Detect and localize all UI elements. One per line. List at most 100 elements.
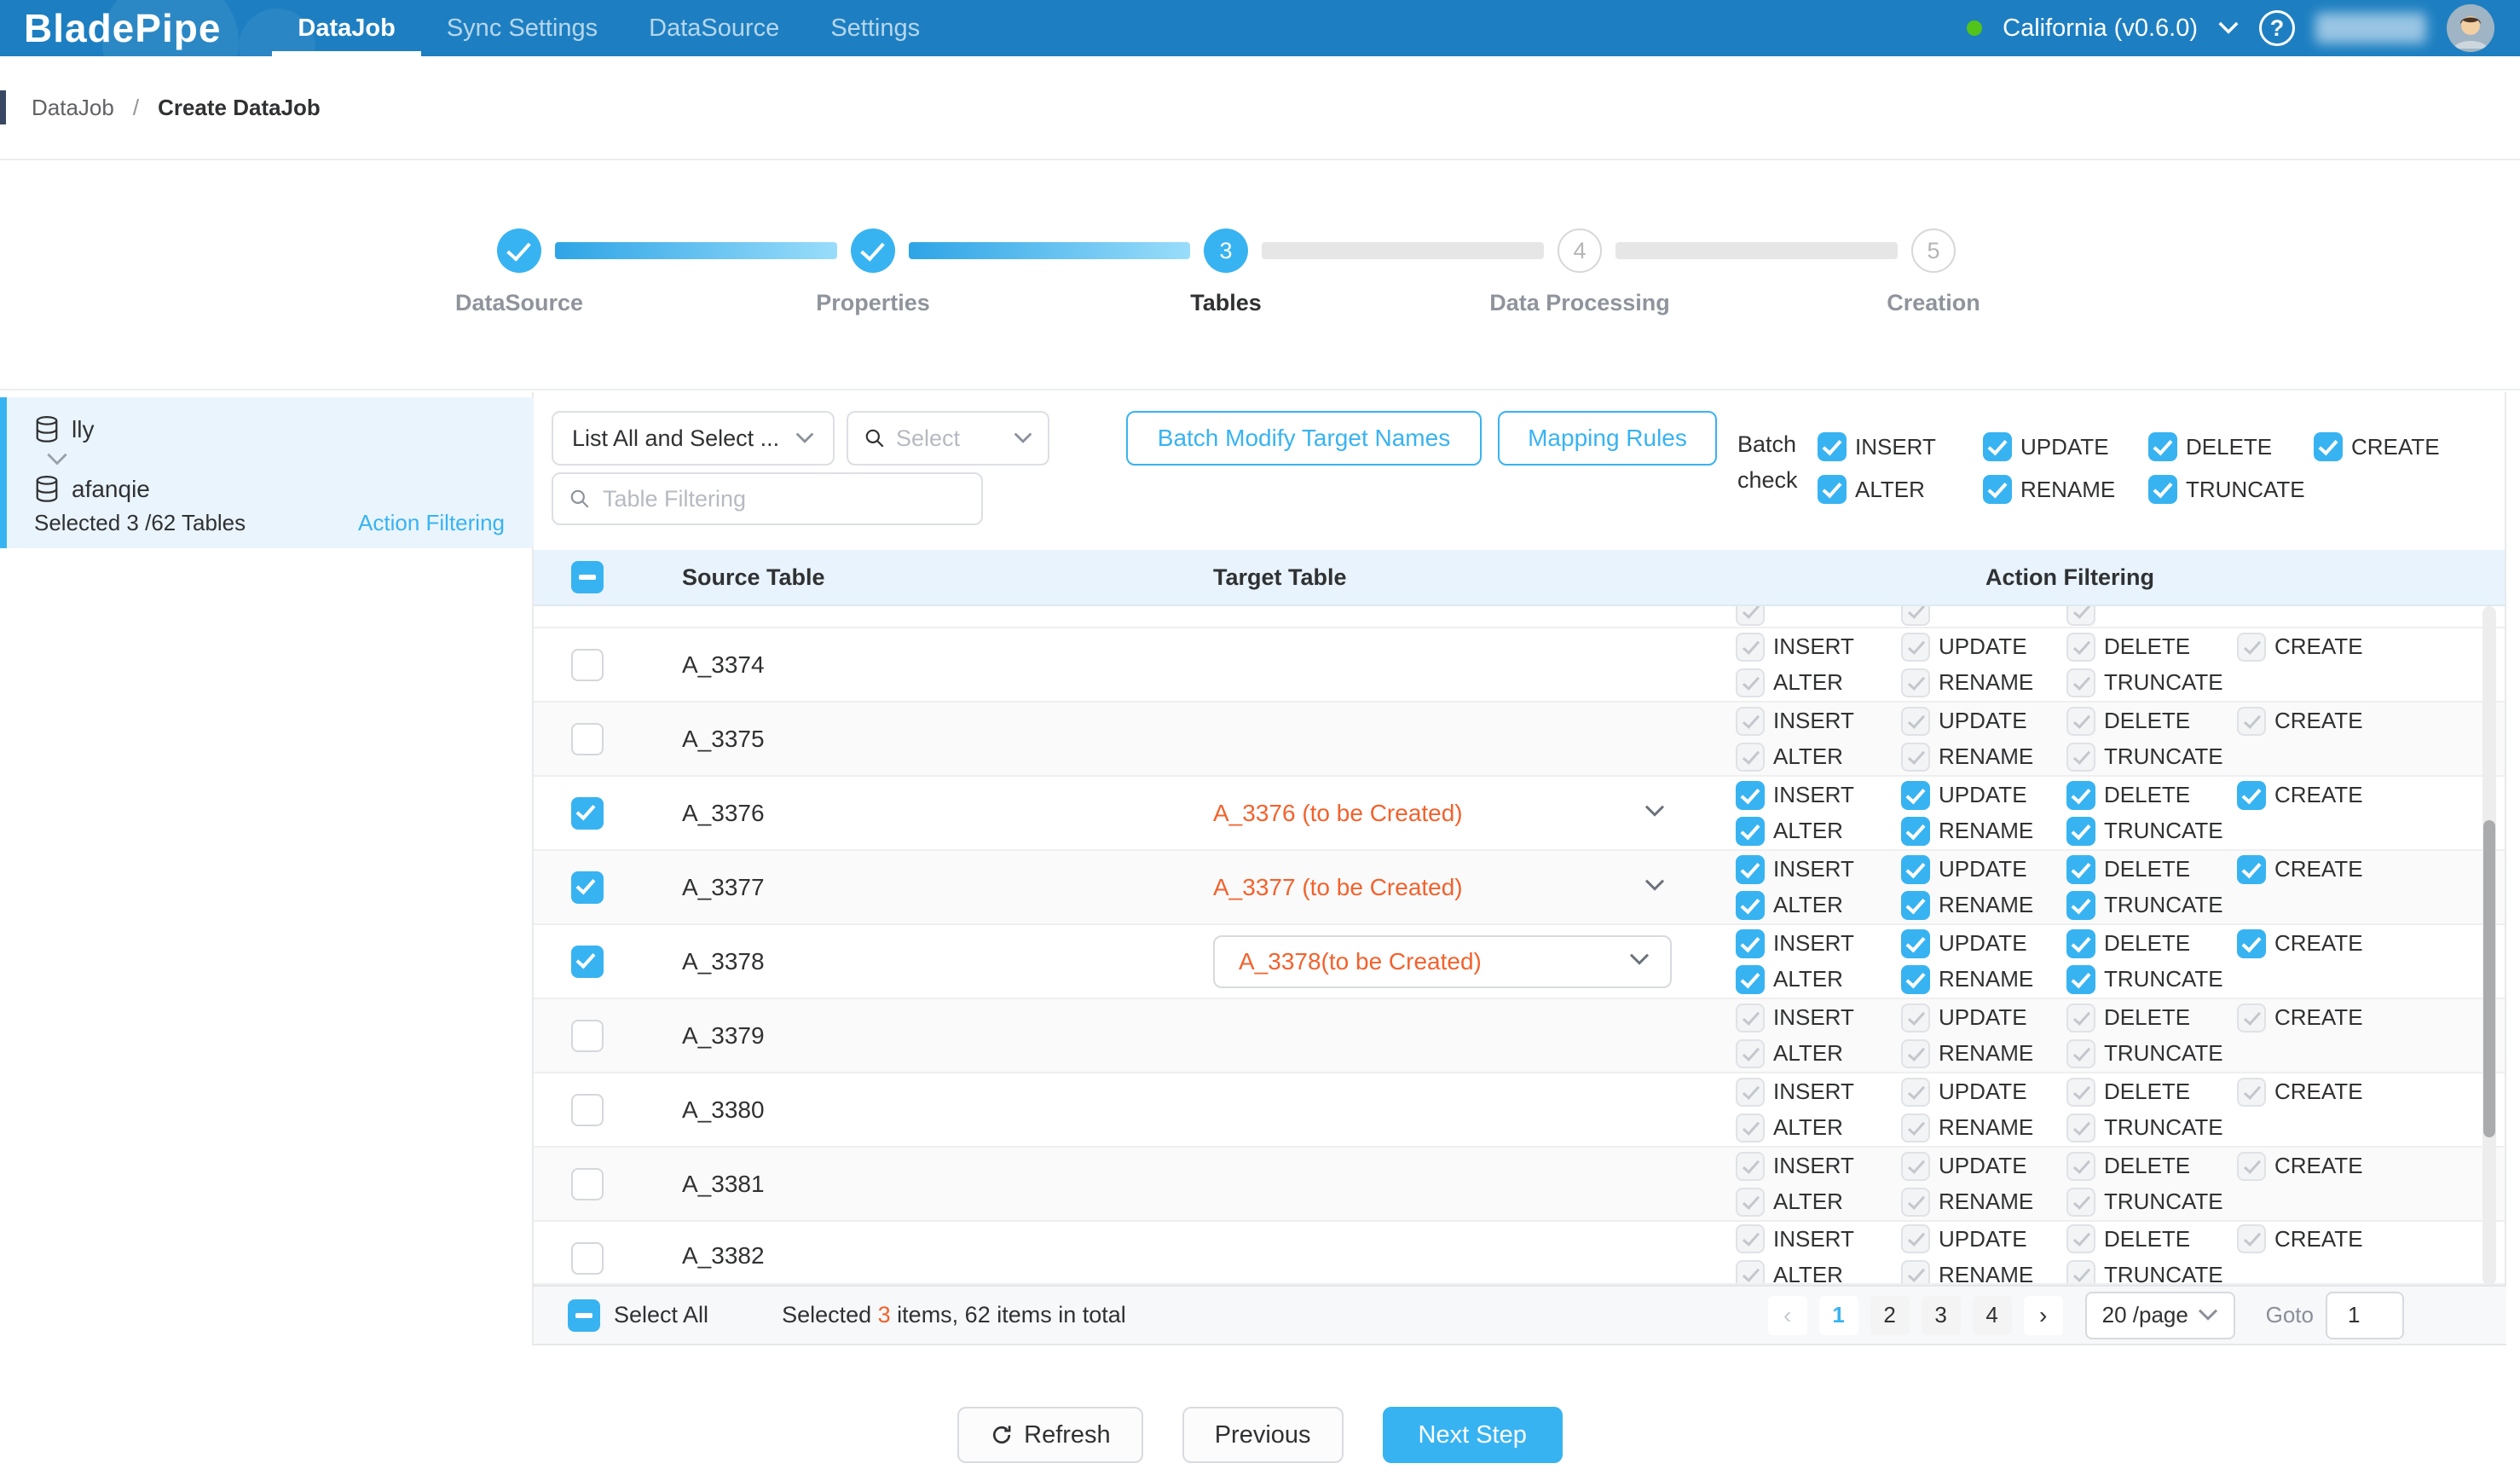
action-filter-lines: INSERTUPDATEDELETECREATEALTERRENAMETRUNC… [1736, 1149, 2506, 1219]
source-table-name: A_3378 [682, 948, 765, 975]
batch-check-checkbox-insert[interactable] [1818, 432, 1847, 461]
action-label-rename: RENAME [1939, 1189, 2033, 1215]
environment-selector[interactable]: California (v0.6.0) [2003, 14, 2198, 43]
row-select-checkbox-a_3378[interactable] [571, 946, 604, 978]
action-checkbox-delete-a_3377[interactable] [2066, 855, 2095, 884]
breadcrumb-parent[interactable]: DataJob [32, 95, 114, 121]
nav-item-settings[interactable]: Settings [805, 0, 945, 56]
batch-check-checkbox-truncate[interactable] [2148, 475, 2177, 504]
select-all-header-checkbox[interactable] [571, 561, 604, 593]
target-table-cell: A_3378(to be Created) [1177, 935, 1714, 988]
pagination-page-3[interactable]: 3 [1922, 1296, 1961, 1335]
row-select-checkbox-a_3380[interactable] [571, 1094, 604, 1126]
action-insert: INSERT [1736, 1001, 1901, 1035]
row-select-checkbox-a_3382[interactable] [571, 1242, 604, 1275]
action-checkbox-truncate-a_3381 [2066, 1188, 2095, 1217]
action-checkbox-update-a_3377[interactable] [1901, 855, 1930, 884]
table-filter-input[interactable] [603, 486, 966, 512]
action-checkbox-rename-a_3377[interactable] [1901, 891, 1930, 920]
batch-check-checkbox-rename[interactable] [1983, 475, 2012, 504]
action-checkbox-insert-a_3378[interactable] [1736, 929, 1765, 958]
batch-check-checkbox-update[interactable] [1983, 432, 2012, 461]
pagination-page-4[interactable]: 4 [1973, 1296, 2012, 1335]
row-select-checkbox-a_3377[interactable] [571, 871, 604, 904]
action-label-update: UPDATE [1939, 930, 2027, 957]
column-header-source-table: Source Table [682, 564, 825, 590]
row-select-checkbox-a_3374[interactable] [571, 649, 604, 681]
tables-main-panel: List All and Select ... Select Batch Mod… [534, 392, 2506, 1345]
batch-check-create: CREATE [2314, 430, 2440, 464]
batch-modify-target-names-button[interactable]: Batch Modify Target Names [1126, 411, 1482, 466]
action-checkbox-update-a_3376[interactable] [1901, 781, 1930, 810]
help-icon[interactable]: ? [2259, 10, 2295, 46]
batch-check-checkbox-delete[interactable] [2148, 432, 2177, 461]
action-filter-line: ALTERRENAMETRUNCATE [1736, 963, 2506, 997]
nav-item-datajob[interactable]: DataJob [272, 0, 420, 56]
action-filter-lines: INSERTUPDATEDELETECREATEALTERRENAMETRUNC… [1736, 1075, 2506, 1145]
chevron-down-icon[interactable] [2218, 21, 2239, 35]
action-checkbox-alter-a_3376[interactable] [1736, 817, 1765, 846]
target-select-chevron[interactable] [1644, 805, 1665, 822]
action-checkbox-rename-a_3382 [1901, 1260, 1930, 1285]
action-checkbox-delete-a_3376[interactable] [2066, 781, 2095, 810]
action-checkbox-insert-a_3376[interactable] [1736, 781, 1765, 810]
table-scrollbar-track[interactable] [2482, 606, 2496, 1285]
action-filtering-link[interactable]: Action Filtering [358, 510, 505, 536]
pagination-page-1[interactable]: 1 [1819, 1296, 1858, 1335]
batch-check-checkbox-create[interactable] [2314, 432, 2343, 461]
step-connector-4 [1615, 242, 1898, 259]
action-label-alter: ALTER [1773, 892, 1843, 918]
previous-button[interactable]: Previous [1182, 1407, 1344, 1463]
row-select-checkbox-a_3376[interactable] [571, 797, 604, 830]
action-checkbox-rename-a_3378[interactable] [1901, 965, 1930, 994]
action-checkbox-delete-a_3378[interactable] [2066, 929, 2095, 958]
row-select-checkbox-a_3381[interactable] [571, 1168, 604, 1200]
tables-table: Source Table Target Table Action Filteri… [534, 550, 2506, 1285]
action-checkbox-create-a_3378[interactable] [2237, 929, 2266, 958]
batch-check-checkbox-alter[interactable] [1818, 475, 1847, 504]
row-select-checkbox-a_3375[interactable] [571, 723, 604, 755]
action-checkbox-update-a_3378[interactable] [1901, 929, 1930, 958]
nav-item-sync-settings[interactable]: Sync Settings [421, 0, 623, 56]
target-select-chevron[interactable] [1644, 879, 1665, 896]
next-step-button[interactable]: Next Step [1383, 1407, 1563, 1463]
nav-item-datasource[interactable]: DataSource [623, 0, 805, 56]
action-label-create: CREATE [2274, 1079, 2363, 1105]
chevron-down-icon [1014, 432, 1032, 444]
avatar[interactable] [2447, 4, 2494, 52]
target-table-select[interactable]: A_3378(to be Created) [1213, 935, 1672, 988]
action-checkbox-create-a_3377[interactable] [2237, 855, 2266, 884]
action-checkbox-insert-a_3377[interactable] [1736, 855, 1765, 884]
pagination-prev[interactable]: ‹ [1768, 1296, 1807, 1335]
action-alter [1736, 606, 1901, 628]
mapping-rules-button[interactable]: Mapping Rules [1498, 411, 1717, 466]
action-checkbox-rename-a_3380 [1901, 1113, 1930, 1142]
list-mode-select[interactable]: List All and Select ... [552, 411, 835, 466]
action-checkbox-truncate-a_3376[interactable] [2066, 817, 2095, 846]
page-size-select[interactable]: 20 /page [2085, 1292, 2235, 1339]
action-checkbox-rename-a_3376[interactable] [1901, 817, 1930, 846]
quick-select-dropdown[interactable]: Select [847, 411, 1049, 466]
pagination-next[interactable]: › [2024, 1296, 2063, 1335]
action-alter: ALTER [1736, 888, 1901, 923]
action-checkbox-alter-a_3378[interactable] [1736, 965, 1765, 994]
refresh-button[interactable]: Refresh [957, 1407, 1143, 1463]
action-checkbox-alter-a_3377[interactable] [1736, 891, 1765, 920]
step-circle-4: 4 [1558, 228, 1602, 273]
target-table-value[interactable]: A_3376 (to be Created) [1213, 800, 1463, 826]
action-label-truncate: TRUNCATE [2104, 743, 2223, 770]
goto-page-input[interactable] [2326, 1292, 2404, 1339]
action-filtering-cell: INSERTUPDATEDELETECREATEALTERRENAMETRUNC… [1714, 853, 2506, 923]
target-table-value[interactable]: A_3377 (to be Created) [1213, 874, 1463, 900]
select-all-footer-checkbox[interactable] [568, 1299, 600, 1332]
top-header: BladePipe DataJobSync SettingsDataSource… [0, 0, 2520, 56]
pagination-page-2[interactable]: 2 [1870, 1296, 1910, 1335]
action-checkbox-create-a_3376[interactable] [2237, 781, 2266, 810]
page-title: Create DataJob [158, 95, 321, 121]
action-checkbox-truncate-a_3377[interactable] [2066, 891, 2095, 920]
source-table-cell: A_3375 [641, 726, 1177, 753]
action-label-delete: DELETE [2104, 1153, 2190, 1179]
action-checkbox-truncate-a_3378[interactable] [2066, 965, 2095, 994]
table-scrollbar-thumb[interactable] [2483, 820, 2495, 1137]
row-select-checkbox-a_3379[interactable] [571, 1020, 604, 1052]
